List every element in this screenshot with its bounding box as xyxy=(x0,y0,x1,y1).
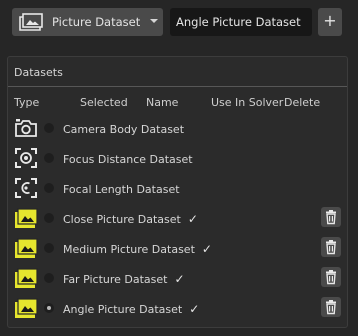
dataset-type-value: Picture Dataset xyxy=(52,15,141,29)
datasets-panel: Datasets Type Selected Name Use In Solve… xyxy=(7,56,348,328)
dataset-name: Focus Distance Dataset xyxy=(63,153,193,166)
dataset-row: Close Picture Dataset ✓ xyxy=(8,204,347,234)
use-in-solver-check[interactable]: ✓ xyxy=(174,272,184,286)
selected-radio[interactable] xyxy=(44,243,54,253)
focal-length-icon xyxy=(14,177,38,199)
dataset-name: Close Picture Dataset ✓ xyxy=(63,212,198,226)
picture-folder-icon xyxy=(14,237,38,259)
dataset-type-dropdown[interactable]: Picture Dataset xyxy=(12,8,163,36)
dataset-name: Medium Picture Dataset ✓ xyxy=(63,242,212,256)
selected-radio[interactable] xyxy=(44,303,54,313)
selected-radio[interactable] xyxy=(44,213,54,223)
add-dataset-button[interactable]: + xyxy=(318,8,342,36)
dataset-row: Far Picture Dataset ✓ xyxy=(8,264,347,294)
delete-button[interactable] xyxy=(321,297,341,317)
focus-distance-icon xyxy=(14,147,38,169)
col-header-selected: Selected xyxy=(80,96,128,109)
delete-button[interactable] xyxy=(321,207,341,227)
col-header-delete: Delete xyxy=(284,96,321,109)
panel-title: Datasets xyxy=(14,66,63,79)
dataset-row: Focus Distance Dataset xyxy=(8,144,347,174)
divider xyxy=(8,86,347,87)
dataset-row: Angle Picture Dataset ✓ xyxy=(8,294,347,324)
col-header-type: Type xyxy=(14,96,40,109)
picture-folder-icon xyxy=(14,297,38,319)
toolbar: Picture Dataset + xyxy=(0,0,358,46)
col-header-use-in-solver: Use In Solver xyxy=(211,96,284,109)
use-in-solver-check[interactable]: ✓ xyxy=(188,212,198,226)
trash-icon xyxy=(321,210,341,230)
delete-button[interactable] xyxy=(321,267,341,287)
trash-icon xyxy=(321,300,341,320)
use-in-solver-check[interactable]: ✓ xyxy=(189,302,199,316)
selected-radio[interactable] xyxy=(44,123,54,133)
trash-icon xyxy=(321,240,341,260)
dataset-name-input[interactable] xyxy=(170,8,312,36)
dataset-row: Medium Picture Dataset ✓ xyxy=(8,234,347,264)
selected-radio[interactable] xyxy=(44,273,54,283)
dataset-name: Far Picture Dataset ✓ xyxy=(63,272,185,286)
chevron-down-icon xyxy=(149,16,159,29)
selected-radio[interactable] xyxy=(44,183,54,193)
picture-folder-icon xyxy=(14,267,38,289)
delete-button[interactable] xyxy=(321,237,341,257)
picture-folder-icon xyxy=(18,13,44,34)
trash-icon xyxy=(321,270,341,290)
dataset-name: Camera Body Dataset xyxy=(63,123,185,136)
picture-folder-icon xyxy=(14,207,38,229)
dataset-row: Camera Body Dataset xyxy=(8,114,347,144)
use-in-solver-check[interactable]: ✓ xyxy=(202,242,212,256)
col-header-name: Name xyxy=(146,96,179,109)
dataset-name: Angle Picture Dataset ✓ xyxy=(63,302,200,316)
dataset-name: Focal Length Dataset xyxy=(63,183,180,196)
selected-radio[interactable] xyxy=(44,153,54,163)
camera-icon xyxy=(14,117,38,139)
dataset-row: Focal Length Dataset xyxy=(8,174,347,204)
